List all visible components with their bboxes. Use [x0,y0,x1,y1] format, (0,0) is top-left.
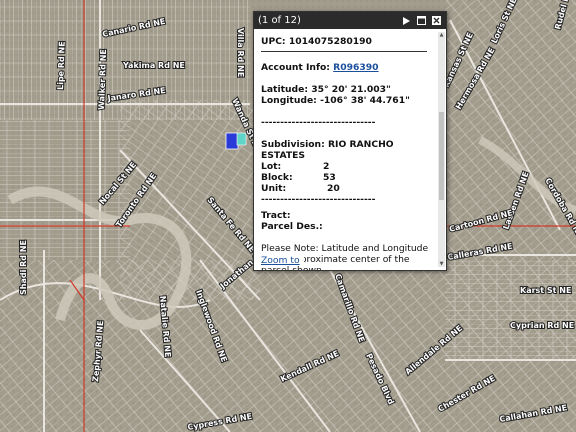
longitude-value: -106° 38' 44.761" [320,95,410,106]
next-feature-icon[interactable] [401,15,412,26]
street-label: Karst St NE [520,286,571,295]
selected-parcel[interactable] [225,132,239,150]
street-label: Cyprian Rd NE [510,321,574,330]
scroll-up-arrow-icon[interactable]: ▲ [438,32,445,38]
parcel-info-popup: (1 of 12) UPC: 1014075280190 Account Inf… [253,11,447,271]
unit-row: Unit: 20 [261,183,432,194]
street-label: Yakima Rd NE [122,61,185,70]
street-label: Villa Rd NE [236,28,245,77]
lot-row: Lot: 2 [261,161,432,172]
popup-titlebar: (1 of 12) [254,12,446,29]
block-label: Block: [261,172,293,183]
divider [261,51,427,52]
popup-content: UPC: 1014075280190 Account Info: R096390… [254,30,446,270]
zoom-to-link[interactable]: Zoom to [261,255,304,266]
separator-line: ------------------------------ [261,117,376,128]
lot-value: 2 [323,161,330,172]
street-label: Shadi Rd NE [19,240,28,295]
block-row: Block: 53 [261,172,432,183]
separator-line: ------------------------------ [261,194,376,205]
upc-row: UPC: 1014075280190 [261,36,432,47]
parcel-grid [445,260,576,360]
longitude-row: Longitude: -106° 38' 44.761" [261,95,432,106]
unit-value: 20 [327,183,340,194]
unit-label: Unit: [261,183,287,194]
popup-scrollbar[interactable]: ▲ ▼ [438,32,445,267]
upc-value: 1014075280190 [288,36,372,47]
scroll-thumb[interactable] [439,112,444,200]
popup-counter: (1 of 12) [258,15,301,26]
account-row: Account Info: R096390 [261,62,432,73]
subdivision-row: Subdivision: RIO RANCHO ESTATES [261,139,432,161]
adjacent-parcel-highlight[interactable] [236,132,247,146]
account-label: Account Info: [261,62,330,73]
latitude-value: 35° 20' 21.003" [311,84,391,95]
tract-label: Tract: [261,210,291,221]
street-label: Lipe Rd NE [56,41,67,90]
close-icon[interactable] [431,15,442,26]
subdivision-label: Subdivision: [261,139,325,150]
latitude-label: Latitude: [261,84,309,95]
block-value: 53 [323,172,336,183]
latitude-row: Latitude: 35° 20' 21.003" [261,84,432,95]
upc-label: UPC: [261,36,286,47]
lot-label: Lot: [261,161,282,172]
maximize-icon[interactable] [416,15,427,26]
longitude-label: Longitude: [261,95,317,106]
parcel-des-label: Parcel Des.: [261,221,323,232]
scroll-down-arrow-icon[interactable]: ▼ [438,261,445,267]
account-link[interactable]: R096390 [333,62,378,73]
